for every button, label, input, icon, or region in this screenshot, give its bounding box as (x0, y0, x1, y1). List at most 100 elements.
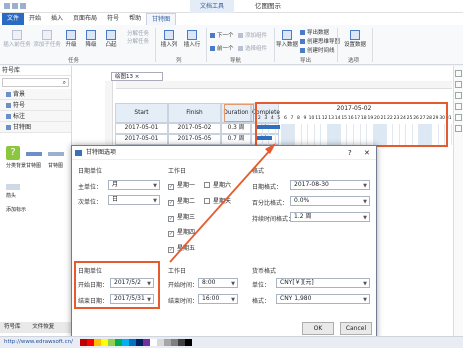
dock-icon[interactable] (455, 125, 462, 132)
checkbox-monday[interactable]: ✓ 星期一 (168, 180, 195, 190)
library-item-callouts[interactable]: 标注 (0, 111, 71, 122)
cancel-button[interactable]: Cancel (340, 322, 372, 335)
gantt-shape-icon[interactable] (26, 152, 42, 156)
tab-help[interactable]: 帮助 (124, 13, 146, 25)
percent-format-select[interactable]: 0.0% ▼ (290, 196, 370, 206)
add-component-button[interactable]: 添加组件 (238, 31, 267, 39)
select-component-button[interactable]: 选择组件 (238, 44, 267, 52)
dock-icon[interactable] (455, 92, 462, 99)
dock-icon[interactable] (455, 103, 462, 110)
dock-icon[interactable] (455, 70, 462, 77)
currency-format-label: 格式： (252, 298, 271, 305)
split-task-button[interactable]: 分解任务 分解任务 (124, 30, 152, 46)
library-search-input[interactable]: ⌕ (2, 78, 69, 87)
start-time-field[interactable]: 8:00 ▼ (198, 278, 238, 288)
cell-start[interactable]: 2017-05-01 (115, 123, 168, 134)
gantt-shape-icon[interactable] (48, 152, 64, 156)
major-unit-select[interactable]: 月 ▼ (108, 180, 160, 190)
shape-label: 甘特图 (48, 163, 64, 169)
dock-icon[interactable] (455, 114, 462, 121)
symbol-library-title: 符号库 (0, 66, 71, 76)
settings-data-button[interactable]: 设置数据 (342, 30, 368, 49)
tab-symbol-library[interactable]: 符号库 (4, 324, 21, 330)
bulge-button[interactable]: 凸起 (102, 30, 120, 49)
checkbox-wednesday[interactable]: ✓ 星期三 (168, 212, 195, 222)
promote-button[interactable]: 升级 (62, 30, 80, 49)
end-time-field[interactable]: 16:00 ▼ (198, 294, 238, 304)
dock-icon[interactable] (455, 81, 462, 88)
quick-access-toolbar[interactable] (4, 3, 34, 10)
library-item-background[interactable]: 背景 (0, 89, 71, 100)
checkbox-friday[interactable]: ✓ 星期五 (168, 243, 195, 253)
column-header-start[interactable]: Start (115, 103, 168, 123)
ok-button[interactable]: OK (302, 322, 334, 335)
insert-row-button[interactable]: 插入行 (181, 30, 203, 49)
group-label-export: 导出 (300, 58, 312, 64)
create-timeline-button[interactable]: 创建时间线 (300, 46, 335, 54)
insert-column-button[interactable]: 插入列 (158, 30, 180, 49)
checkbox-saturday[interactable]: 星期六 (204, 180, 231, 189)
previous-button[interactable]: 前一个 (210, 44, 234, 52)
arrow-shape-icon[interactable] (6, 184, 20, 190)
help-shape-icon[interactable]: ? (6, 146, 20, 160)
minor-unit-label: 次单位： (78, 199, 103, 206)
color-palette[interactable] (80, 339, 192, 346)
search-icon[interactable]: ⌕ (63, 79, 66, 87)
checkbox-thursday[interactable]: ✓ 星期四 (168, 227, 195, 237)
checkbox-sunday[interactable]: 星期天 (204, 196, 231, 205)
checkbox-tuesday[interactable]: ✓ 星期二 (168, 196, 195, 206)
currency-format-select[interactable]: CNY 1,980 ▼ (276, 294, 370, 304)
tab-page-layout[interactable]: 页面布局 (68, 13, 102, 25)
chevron-down-icon: ▼ (363, 215, 367, 221)
cell-finish[interactable]: 2017-05-02 (168, 123, 221, 134)
duration-format-select[interactable]: 1.2 周 ▼ (290, 212, 370, 222)
add-subtask-button[interactable]: 添加子任务 (32, 30, 62, 49)
library-icon (6, 92, 11, 97)
section-format: 格式 (252, 168, 265, 175)
cell-start[interactable]: 2017-05-01 (115, 134, 168, 145)
tab-symbols[interactable]: 符号 (102, 13, 124, 25)
insert-task-before-button[interactable]: 插入前任务 (2, 30, 32, 49)
date-format-label: 日期格式： (252, 184, 283, 191)
library-icon (6, 114, 11, 119)
section-workdays: 工作日 (168, 168, 187, 175)
tab-insert[interactable]: 插入 (46, 13, 68, 25)
cell-duration[interactable]: 0.7 周 (221, 134, 251, 145)
group-label-column: 列 (176, 58, 182, 64)
date-format-select[interactable]: 2017-08-30 ▼ (290, 180, 370, 190)
ribbon-tabs: 文件 开始 插入 页面布局 符号 帮助 甘特图 (0, 12, 463, 26)
right-dock (453, 66, 463, 336)
cell-finish[interactable]: 2017-05-05 (168, 134, 221, 145)
horizontal-ruler (116, 81, 452, 89)
chevron-down-icon: ▼ (231, 297, 235, 303)
document-tab[interactable]: 绘图13 × (111, 72, 163, 81)
library-item-gantt[interactable]: 甘特图 (0, 122, 71, 133)
close-icon[interactable]: ✕ (364, 146, 370, 160)
create-mindmap-button[interactable]: 创建思维导图 (300, 37, 340, 45)
dialog-title-bar: 甘特图选项 ? ✕ (72, 146, 376, 160)
minor-unit-select[interactable]: 日 ▼ (108, 195, 160, 205)
currency-unit-select[interactable]: CNY[￥][元] ▼ (276, 278, 370, 288)
help-icon[interactable]: ? (348, 146, 352, 160)
column-header-finish[interactable]: Finish (168, 103, 221, 123)
import-data-button[interactable]: 导入数据 (276, 30, 298, 49)
app-icon (75, 150, 82, 156)
tab-gantt[interactable]: 甘特图 (146, 12, 177, 26)
tab-home[interactable]: 开始 (24, 13, 46, 25)
tab-file[interactable]: 文件 (2, 13, 25, 25)
ribbon-separator (155, 28, 156, 62)
next-button[interactable]: 下一个 (210, 31, 234, 39)
dialog-title: 甘特图选项 (86, 149, 117, 156)
tab-file-recovery[interactable]: 文件恢复 (32, 324, 54, 330)
library-icon (6, 125, 11, 130)
shape-label: 添加标示 (6, 207, 27, 213)
cell-duration[interactable]: 0.3 周 (221, 123, 251, 134)
chevron-down-icon: ▼ (363, 199, 367, 205)
title-bar: 文档工具 亿图图示 (0, 0, 463, 13)
demote-button[interactable]: 降级 (82, 30, 100, 49)
website-link[interactable]: http://www.edrawsoft.cn/ (4, 337, 73, 348)
export-data-button[interactable]: 导出数据 (300, 28, 329, 36)
end-time-label: 结束时间： (168, 298, 199, 305)
library-item-symbols[interactable]: 符号 (0, 100, 71, 111)
start-time-label: 开始时间： (168, 282, 199, 289)
